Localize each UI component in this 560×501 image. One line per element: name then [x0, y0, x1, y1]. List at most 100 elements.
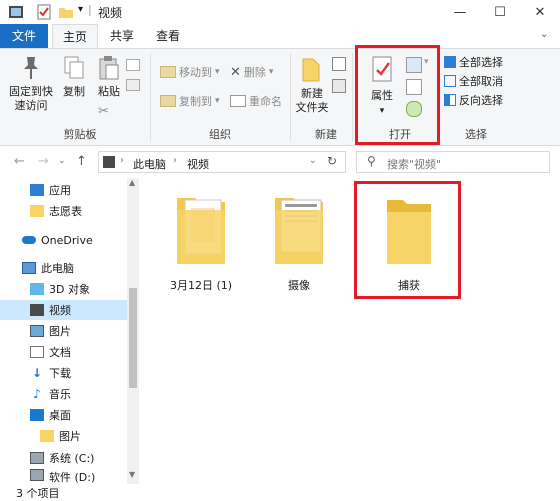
up-icon[interactable]: ↑ — [76, 154, 87, 169]
copy-icon — [64, 56, 84, 79]
nav-scrollbar[interactable]: ▲ ▼ — [127, 178, 139, 484]
nav-item-videos[interactable]: 视频 — [0, 300, 127, 320]
tab-view[interactable]: 查看 — [146, 24, 190, 48]
move-to-label: 移动到 — [179, 66, 212, 79]
nav-item-label: OneDrive — [41, 233, 93, 247]
invert-selection-icon — [444, 94, 456, 106]
copy-to-button[interactable]: 复制到 ▾ — [160, 92, 220, 110]
delete-label: 删除 — [243, 66, 266, 79]
clipboard-small-icons — [126, 57, 140, 117]
nav-item-drive-c[interactable]: 系统 (C:) — [0, 448, 127, 468]
nav-item-label: 3D 对象 — [49, 283, 90, 296]
new-folder-button[interactable]: 新建 文件夹 — [294, 55, 330, 115]
nav-item-volunteer-form[interactable]: 志愿表 — [0, 201, 127, 221]
new-item-button[interactable] — [332, 57, 346, 71]
paste-icon — [99, 56, 119, 80]
search-box[interactable]: ⚲ 搜索"视频" — [356, 151, 550, 173]
pin-quick-access-label: 固定到快 速访问 — [9, 85, 53, 112]
nav-item-this-pc[interactable]: 此电脑 — [0, 258, 127, 278]
organize-group-label: 组织 — [209, 128, 231, 141]
scroll-up-icon[interactable]: ▲ — [129, 178, 135, 187]
refresh-icon[interactable]: ↻ — [327, 154, 337, 168]
breadcrumb-this-pc[interactable]: 此电脑 — [133, 156, 166, 172]
breadcrumb-current[interactable]: 视频 — [187, 156, 209, 172]
new-folder-quick-icon[interactable] — [58, 4, 74, 20]
cut-icon[interactable]: ✂ — [98, 104, 109, 119]
chevron-down-icon: ▾ — [215, 67, 220, 77]
nav-item-drive-d[interactable]: 软件 (D:) — [0, 469, 127, 484]
invert-selection-button[interactable]: 反向选择 — [444, 91, 503, 109]
tab-home[interactable]: 主页 — [52, 24, 98, 48]
select-none-button[interactable]: 全部取消 — [444, 72, 503, 90]
paste-button[interactable]: 粘贴 — [94, 55, 124, 99]
copy-button[interactable]: 复制 — [60, 55, 88, 99]
pin-quick-access-button[interactable]: 固定到快 速访问 — [6, 55, 56, 113]
drive-icon — [30, 469, 44, 481]
rename-icon — [230, 95, 246, 107]
copy-path-icon[interactable] — [126, 59, 140, 71]
scrollbar-thumb[interactable] — [129, 288, 137, 388]
chevron-down-icon: ▾ — [215, 96, 220, 106]
nav-item-desktop[interactable]: 桌面 — [0, 405, 127, 425]
folder-item-label: 摄像 — [288, 279, 310, 292]
easy-access-button[interactable] — [332, 79, 346, 93]
folder-item[interactable]: 摄像 — [254, 190, 344, 293]
back-icon[interactable]: ← — [14, 154, 25, 169]
select-all-icon — [444, 56, 456, 68]
tab-file[interactable]: 文件 — [0, 24, 48, 48]
select-all-button[interactable]: 全部选择 — [444, 53, 503, 71]
nav-item-label: 音乐 — [49, 388, 71, 401]
address-dropdown-icon[interactable]: ⌄ — [309, 156, 317, 166]
forward-icon[interactable]: → — [38, 154, 49, 169]
folder-item[interactable]: 3月12日 (1) — [156, 190, 246, 293]
folder-item-label: 3月12日 (1) — [169, 279, 233, 292]
nav-item-downloads[interactable]: ↓ 下载 — [0, 363, 127, 383]
clipboard-group-label: 剪贴板 — [63, 128, 97, 141]
tab-share[interactable]: 共享 — [100, 24, 144, 48]
nav-item-documents[interactable]: 文档 — [0, 342, 127, 362]
nav-item-label: 此电脑 — [41, 262, 74, 275]
maximize-button[interactable]: ☐ — [480, 0, 520, 24]
delete-button[interactable]: ✕ 删除 ▾ — [230, 63, 273, 81]
paste-label: 粘贴 — [98, 85, 120, 98]
status-bar: 3 个项目 — [0, 484, 560, 500]
quick-access-dropdown-icon[interactable]: ▾ — [78, 4, 83, 15]
easy-access-icon — [332, 79, 346, 93]
video-icon — [103, 156, 115, 168]
nav-item-label: 下载 — [49, 367, 71, 380]
nav-item-pictures-folder[interactable]: 图片 — [0, 426, 127, 446]
new-folder-icon — [302, 58, 320, 82]
nav-item-music[interactable]: ♪ 音乐 — [0, 384, 127, 404]
minimize-button[interactable]: — — [440, 0, 480, 24]
nav-item-apps[interactable]: 应用 — [0, 180, 127, 200]
scroll-down-icon[interactable]: ▼ — [129, 470, 135, 479]
nav-item-pictures[interactable]: 图片 — [0, 321, 127, 341]
nav-item-3d-objects[interactable]: 3D 对象 — [0, 279, 127, 299]
rename-button[interactable]: 重命名 — [230, 92, 282, 110]
window-title: 视频 — [98, 6, 123, 20]
file-list: 3月12日 (1) 摄像 捕获 — [140, 178, 560, 484]
copy-label: 复制 — [63, 85, 85, 98]
new-group-label: 新建 — [315, 128, 337, 141]
invert-selection-label: 反向选择 — [459, 94, 503, 107]
documents-icon — [30, 346, 44, 358]
move-to-button[interactable]: 移动到 ▾ — [160, 63, 220, 81]
properties-quick-icon[interactable] — [36, 4, 52, 20]
chevron-right-icon: › — [120, 155, 124, 166]
divider — [150, 53, 151, 141]
chevron-down-icon: ▾ — [268, 67, 274, 77]
nav-item-label: 桌面 — [49, 409, 71, 422]
recent-locations-icon[interactable]: ⌄ — [58, 156, 66, 166]
cloud-icon — [22, 236, 36, 244]
download-icon: ↓ — [31, 366, 43, 380]
highlight-open-group — [355, 45, 440, 145]
select-none-label: 全部取消 — [459, 75, 503, 88]
close-button[interactable]: ✕ — [520, 0, 560, 24]
rename-label: 重命名 — [249, 95, 282, 108]
3d-icon — [30, 283, 44, 295]
address-bar[interactable]: › 此电脑 › 视频 ⌄ ↻ — [98, 151, 346, 173]
nav-item-onedrive[interactable]: OneDrive — [0, 230, 127, 250]
collapse-ribbon-icon[interactable]: ⌄ — [540, 29, 548, 40]
paste-shortcut-icon[interactable] — [126, 79, 140, 91]
title-bar: ▾ | 视频 — ☐ ✕ — [0, 0, 560, 25]
